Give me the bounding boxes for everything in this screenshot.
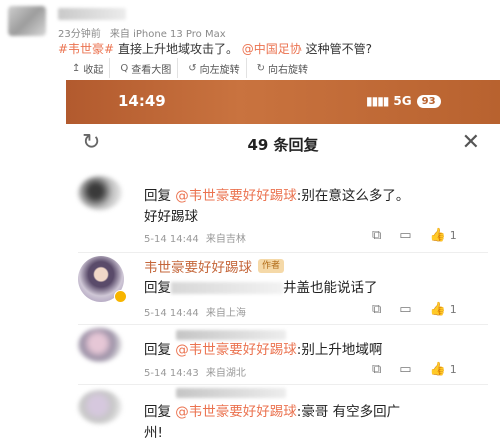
comment-date: 5-14 14:44 xyxy=(144,308,199,319)
comment-body: 回复 @韦世豪要好好踢球:豪哥 有空多回广 州! xyxy=(144,402,400,440)
like-count: 1 xyxy=(449,303,457,316)
comment-body: 回复 井盖也能说话了 xyxy=(144,278,378,299)
rotate-right-button[interactable]: ↻ 向右旋转 xyxy=(251,58,314,78)
view-large-button[interactable]: Q 查看大图 xyxy=(114,58,179,78)
comment-item: 回复 @韦世豪要好好踢球:豪哥 有空多回广 州! xyxy=(66,384,500,440)
comment-text-line2: 好好踢球 xyxy=(144,209,198,225)
comment-item: 韦世豪要好好踢球 作者 回复 井盖也能说话了 5-14 14:44 来自上海 ⧉ … xyxy=(66,252,500,324)
comment-text: 井盖也能说话了 xyxy=(283,280,378,296)
post-time: 23分钟前 xyxy=(58,29,101,40)
share-icon[interactable]: ⧉ xyxy=(372,362,381,377)
comment-icon[interactable]: ▭ xyxy=(399,228,411,243)
comment-author-name-blurred[interactable] xyxy=(176,330,286,340)
comment-actions: ⧉ ▭ 👍 1 xyxy=(372,302,457,317)
comment-mention[interactable]: @韦世豪要好好踢球 xyxy=(175,342,297,358)
status-indicators: ▮▮▮▮ 5G 93 xyxy=(366,94,441,108)
comment-author-name[interactable]: 韦世豪要好好踢球 xyxy=(144,256,252,276)
post-author-avatar[interactable] xyxy=(8,6,46,36)
comment-mention[interactable]: @韦世豪要好好踢球 xyxy=(175,188,297,204)
like-count: 1 xyxy=(449,363,457,376)
sheet-title: 49 条回复 xyxy=(247,136,319,154)
post-header: 23分钟前 来自 iPhone 13 Pro Max xyxy=(0,0,500,40)
thumbs-up-icon: 👍 xyxy=(429,362,446,377)
sheet-header: ↻ 49 条回复 ✕ xyxy=(66,124,500,168)
status-time: 14:49 xyxy=(118,92,166,110)
post-meta: 23分钟前 来自 iPhone 13 Pro Max xyxy=(58,25,232,40)
like-count: 1 xyxy=(449,229,457,242)
signal-icon: ▮▮▮▮ xyxy=(366,94,389,108)
reply-prefix: 回复 xyxy=(144,280,171,296)
share-icon[interactable]: ⧉ xyxy=(372,302,381,317)
post-text-end: 这种管不管? xyxy=(301,42,372,56)
post-text-main: 直接上升地域攻击了。 xyxy=(114,42,242,56)
battery-icon: 93 xyxy=(416,94,441,108)
comment-text: :别上升地域啊 xyxy=(296,342,383,358)
collapse-button[interactable]: ↥ 收起 xyxy=(66,58,111,78)
comment-text: :别在意这么多了。 xyxy=(296,188,410,204)
post-mention[interactable]: @中国足协 xyxy=(242,42,302,56)
comment-location: 来自吉林 xyxy=(205,234,246,245)
post-author-name-blurred[interactable] xyxy=(58,8,126,20)
comment-author-name-blurred[interactable] xyxy=(176,388,286,398)
replies-sheet: ↻ 49 条回复 ✕ 回复 @韦世豪要好好踢球:别在意这么多了。 好好踢球 5-… xyxy=(66,124,500,440)
collapse-icon: ↥ xyxy=(72,62,81,74)
status-bar: 14:49 ▮▮▮▮ 5G 93 xyxy=(66,80,500,124)
rotate-left-button[interactable]: ↺ 向左旋转 xyxy=(182,58,247,78)
reply-prefix: 回复 xyxy=(144,342,171,358)
image-toolbar: ↥ 收起 Q 查看大图 ↺ 向左旋转 ↻ 向右旋转 xyxy=(66,58,312,78)
comment-actions: ⧉ ▭ 👍 1 xyxy=(372,362,457,377)
thumbs-up-icon: 👍 xyxy=(429,228,446,243)
rotate-left-icon: ↺ xyxy=(188,62,197,74)
comment-text-line2: 州! xyxy=(144,425,163,440)
avatar[interactable] xyxy=(78,390,122,424)
post-text: #韦世豪# 直接上升地域攻击了。 @中国足协 这种管不管? xyxy=(58,40,372,57)
verified-badge-icon xyxy=(114,290,127,303)
collapse-label: 收起 xyxy=(83,64,104,76)
reply-prefix: 回复 xyxy=(144,404,171,420)
thumbs-up-icon: 👍 xyxy=(429,302,446,317)
rotate-right-label: 向右旋转 xyxy=(268,64,309,76)
post-source: 来自 iPhone 13 Pro Max xyxy=(109,29,226,40)
like-button[interactable]: 👍 1 xyxy=(430,228,457,243)
comment-icon[interactable]: ▭ xyxy=(399,362,411,377)
comment-mention[interactable]: @韦世豪要好好踢球 xyxy=(175,404,297,420)
search-icon: Q xyxy=(120,62,129,74)
comment-meta: 5-14 14:44 来自吉林 xyxy=(144,230,250,245)
share-icon[interactable]: ⧉ xyxy=(372,228,381,243)
phone-screenshot: 14:49 ▮▮▮▮ 5G 93 ↻ 49 条回复 ✕ 回复 @韦世豪要好好踢球… xyxy=(66,80,500,440)
network-label: 5G xyxy=(393,94,412,108)
like-button[interactable]: 👍 1 xyxy=(430,302,457,317)
comment-author-row: 韦世豪要好好踢球 作者 xyxy=(144,256,285,276)
redacted-mention xyxy=(171,282,283,294)
comment-item: 回复 @韦世豪要好好踢球:别在意这么多了。 好好踢球 5-14 14:44 来自… xyxy=(66,168,500,252)
comment-body: 回复 @韦世豪要好好踢球:别在意这么多了。 好好踢球 xyxy=(144,186,409,228)
comment-icon[interactable]: ▭ xyxy=(399,302,411,317)
comment-meta: 5-14 14:44 来自上海 xyxy=(144,304,250,319)
post-hashtag[interactable]: #韦世豪# xyxy=(58,42,114,56)
avatar[interactable] xyxy=(78,176,122,210)
comment-actions: ⧉ ▭ 👍 1 xyxy=(372,228,457,243)
close-icon[interactable]: ✕ xyxy=(462,130,480,155)
like-button[interactable]: 👍 1 xyxy=(430,362,457,377)
comment-date: 5-14 14:44 xyxy=(144,234,199,245)
comment-date: 5-14 14:43 xyxy=(144,368,199,379)
reply-prefix: 回复 xyxy=(144,188,171,204)
comment-location: 来自上海 xyxy=(205,308,246,319)
comment-text: :豪哥 有空多回广 xyxy=(296,404,401,420)
rotate-left-label: 向左旋转 xyxy=(199,64,240,76)
rotate-right-icon: ↻ xyxy=(256,62,266,74)
view-large-label: 查看大图 xyxy=(131,64,172,76)
avatar[interactable] xyxy=(78,328,122,362)
comment-item: 回复 @韦世豪要好好踢球:别上升地域啊 5-14 14:43 来自湖北 ⧉ ▭ … xyxy=(66,324,500,384)
comment-meta: 5-14 14:43 来自湖北 xyxy=(144,364,250,379)
author-badge: 作者 xyxy=(258,259,285,273)
comment-body: 回复 @韦世豪要好好踢球:别上升地域啊 xyxy=(144,340,382,361)
comment-location: 来自湖北 xyxy=(205,368,246,379)
